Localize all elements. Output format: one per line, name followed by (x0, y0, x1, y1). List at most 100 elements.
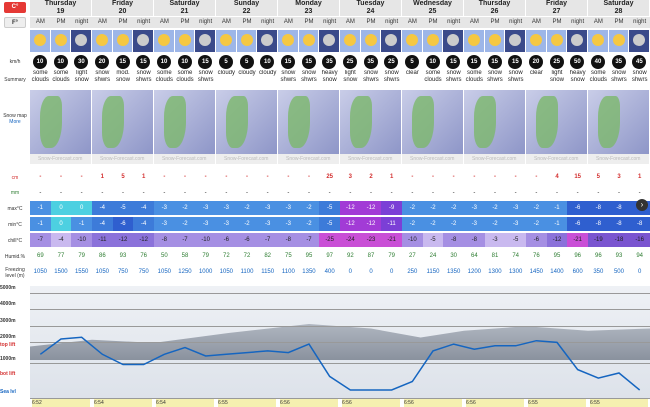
rain-value: - (204, 190, 207, 196)
weather-icon (364, 34, 377, 46)
min-temp: -3 (154, 217, 175, 231)
humidity: 50 (160, 253, 168, 259)
wind-speed: 50 (570, 55, 585, 69)
period-label: night (381, 17, 402, 28)
humidity: 74 (512, 253, 519, 259)
summary-text: heavy snow (321, 70, 338, 83)
humidity: 75 (284, 253, 292, 259)
altitude-line (30, 309, 650, 310)
rain-value: - (142, 190, 145, 196)
humidity: 69 (36, 253, 44, 259)
wind-speed: 35 (611, 55, 626, 69)
snow-value: - (183, 174, 186, 180)
humidity: 58 (181, 253, 189, 259)
chill-temp: -16 (629, 233, 650, 247)
wind-speed: 15 (301, 55, 316, 69)
chill-temp: -12 (112, 233, 134, 247)
snow-value: 1 (637, 174, 642, 180)
period-label: PM (236, 17, 258, 28)
max-temp: -5 (112, 201, 134, 215)
top-lift-label: top lift (0, 342, 16, 348)
max-temp: -8 (608, 201, 630, 215)
freezing-level: 1350 (302, 269, 316, 275)
wind-speed: 25 (549, 55, 564, 69)
weather-icon (158, 34, 170, 46)
humidity: 96 (594, 253, 602, 259)
day-name: Thursday (478, 0, 511, 7)
max-temp: -2 (484, 201, 506, 215)
day-header: Monday 23 (278, 0, 340, 16)
day-date: 23 (304, 8, 313, 15)
chill-temp: -11 (92, 233, 113, 247)
summary-text: some clouds (52, 70, 70, 83)
wind-speed: 15 (281, 55, 295, 69)
period-label: PM (174, 17, 196, 28)
wind-speed: 35 (363, 55, 378, 69)
alt-4000-label: 4000m (0, 301, 16, 307)
snow-cm-label: cm (11, 175, 19, 181)
sea-level-time: 6:54 (156, 399, 214, 407)
fahrenheit-toggle[interactable]: F° (4, 17, 26, 28)
humidity: 92 (346, 253, 354, 259)
day-name: Monday (295, 0, 322, 7)
snow-value: 5 (596, 174, 600, 180)
max-temp: -5 (319, 201, 340, 215)
snow-value: - (473, 174, 476, 180)
snow-value: 1 (141, 174, 146, 180)
day-name: Friday (111, 0, 133, 7)
day-name: Sunday (233, 0, 260, 7)
summary-text: heavy snow (569, 70, 586, 83)
humidity: 94 (636, 253, 643, 259)
wind-speed: 15 (115, 55, 130, 69)
max-temp: -2 (298, 201, 320, 215)
chill-temp: -8 (464, 233, 485, 247)
snow-map-land (598, 96, 620, 148)
snow-value: 4 (555, 174, 559, 180)
min-temp: -5 (319, 217, 340, 231)
summary-text: light snow (343, 70, 358, 83)
rain-value: - (411, 190, 414, 196)
min-temp: -3 (278, 217, 299, 231)
map-watermark: Snow-Forecast.com (216, 154, 277, 164)
rain-value: - (245, 190, 248, 196)
period-label: night (567, 17, 588, 28)
max-temp: -3 (154, 201, 175, 215)
min-temp: -8 (588, 217, 609, 231)
min-temp: -2 (484, 217, 506, 231)
celsius-toggle[interactable]: C° (4, 2, 26, 13)
sea-level-time: 6:56 (466, 399, 524, 407)
summary-label: Summary (4, 77, 26, 83)
day-date: 21 (180, 8, 189, 15)
rain-value: - (287, 190, 290, 196)
map-watermark: Snow-Forecast.com (30, 154, 91, 164)
min-temp: -1 (30, 217, 51, 231)
weather-icon (550, 34, 563, 46)
summary-text: snow shwrs (507, 70, 524, 83)
period-label: PM (50, 17, 72, 28)
max-temp: -9 (381, 201, 402, 215)
humidity: 95 (553, 253, 561, 259)
sea-level-time: 6:55 (528, 399, 586, 407)
snowmap-more-link[interactable]: More (0, 119, 30, 125)
min-temp: -4 (92, 217, 113, 231)
period-label: AM (588, 17, 609, 28)
humidity: 30 (450, 253, 457, 259)
wind-speed: 25 (343, 55, 357, 69)
rain-value: - (328, 190, 331, 196)
min-temp: -12 (340, 217, 361, 231)
chill-temp: -12 (546, 233, 568, 247)
max-temp: 0 (50, 201, 72, 215)
min-temp: -2 (236, 217, 258, 231)
summary-text: some clouds (589, 70, 607, 83)
max-temp: -4 (133, 201, 154, 215)
chill-temp: -8 (278, 233, 299, 247)
weather-icon (302, 34, 315, 46)
map-watermark: Snow-Forecast.com (154, 154, 215, 164)
wind-speed: 40 (591, 55, 605, 69)
scroll-right-icon[interactable]: › (636, 199, 648, 211)
humidity: 27 (408, 253, 416, 259)
weather-icon (530, 34, 542, 46)
min-temp: -6 (112, 217, 134, 231)
min-temp: -4 (133, 217, 154, 231)
min-temp: -3 (464, 217, 485, 231)
